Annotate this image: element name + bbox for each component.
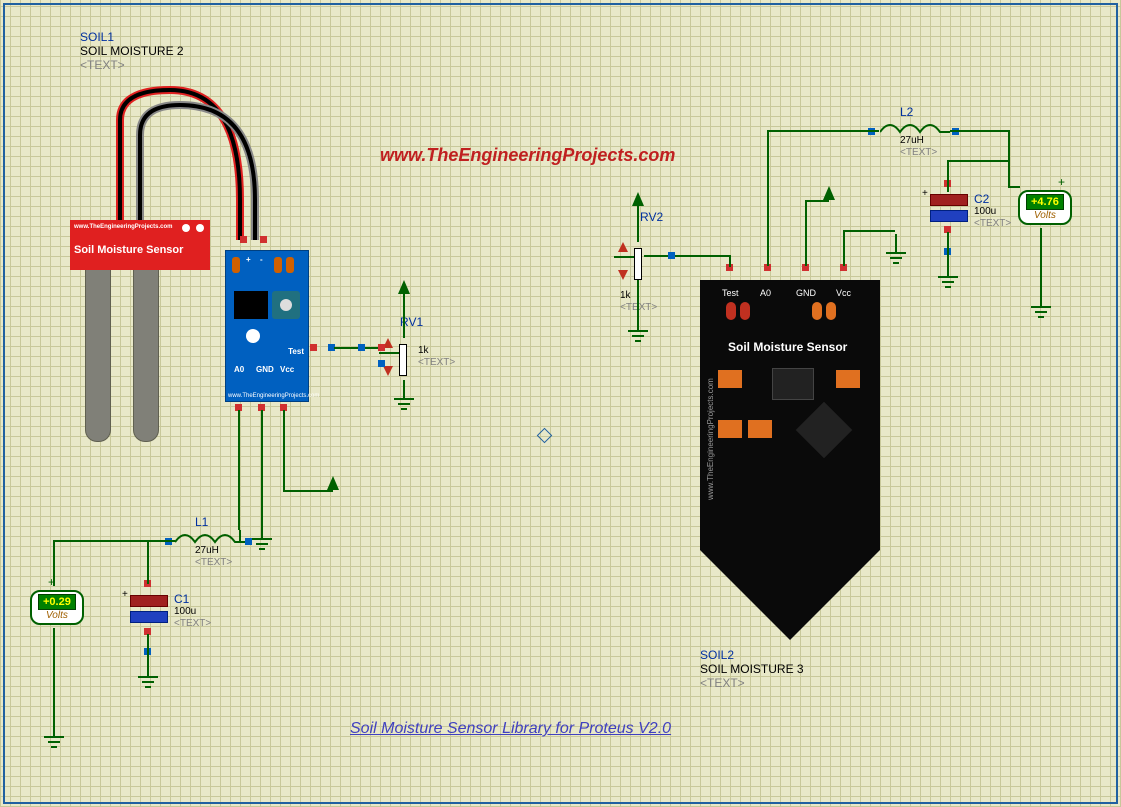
- power-arrow: [823, 186, 835, 200]
- voltage-probe-1[interactable]: +0.29 Volts: [30, 590, 84, 625]
- soil1-name: SOIL MOISTURE 2: [80, 44, 184, 58]
- wire: [637, 206, 639, 242]
- wire: [947, 160, 949, 192]
- wire: [1008, 130, 1010, 186]
- soil2-sensor-label: Soil Moisture Sensor: [728, 340, 847, 354]
- rv2-ref[interactable]: RV2: [640, 210, 663, 224]
- wire: [239, 530, 241, 542]
- c2-val: 100u: [974, 206, 996, 217]
- probe2-unit: Volts: [1026, 210, 1064, 221]
- soil1-leads: [110, 80, 290, 260]
- wire: [805, 200, 829, 202]
- pin: [245, 538, 252, 545]
- pin: [310, 344, 317, 351]
- page-subtitle: Soil Moisture Sensor Library for Proteus…: [350, 720, 671, 738]
- wire: [147, 540, 149, 584]
- soil2-ref[interactable]: SOIL2: [700, 648, 734, 662]
- pin: [668, 252, 675, 259]
- ic-icon: [772, 368, 814, 400]
- l1-ref[interactable]: L1: [195, 515, 208, 529]
- ic-chip: [234, 291, 268, 319]
- wire: [283, 410, 285, 490]
- wire: [805, 200, 807, 266]
- probe-plus: +: [1058, 175, 1065, 189]
- power-arrow: [327, 476, 339, 490]
- c1-val: 100u: [174, 606, 196, 617]
- wire: [53, 628, 55, 718]
- c2-text: <TEXT>: [974, 218, 1011, 229]
- probe2-value: +4.76: [1026, 194, 1064, 210]
- wire: [147, 540, 175, 542]
- pin: [378, 360, 385, 367]
- wire: [644, 255, 730, 257]
- page-title: www.TheEngineeringProjects.com: [380, 145, 675, 166]
- l2-ref[interactable]: L2: [900, 105, 913, 119]
- soil1-text: <TEXT>: [80, 58, 125, 72]
- wire: [767, 130, 769, 266]
- c1-text: <TEXT>: [174, 618, 211, 629]
- soil2-name: SOIL MOISTURE 3: [700, 662, 804, 676]
- pin: [260, 236, 267, 243]
- probe1-unit: Volts: [38, 610, 76, 621]
- wire: [950, 130, 1010, 132]
- rv1-text: <TEXT>: [418, 357, 455, 368]
- probe1-value: +0.29: [38, 594, 76, 610]
- c1-ref[interactable]: C1: [174, 592, 189, 606]
- wire: [947, 160, 1009, 162]
- wire: [843, 230, 845, 266]
- pin: [358, 344, 365, 351]
- power-arrow: [398, 280, 410, 294]
- l1-val: 27uH: [195, 545, 219, 556]
- wire: [53, 540, 55, 586]
- potentiometer-icon: [272, 291, 300, 319]
- soil1-ref[interactable]: SOIL1: [80, 30, 114, 44]
- l2-val: 27uH: [900, 135, 924, 146]
- wire: [238, 410, 240, 530]
- wire: [283, 490, 333, 492]
- led-icon: [246, 329, 260, 343]
- wire: [843, 230, 895, 232]
- rv2-val: 1k: [620, 290, 631, 301]
- pin: [240, 236, 247, 243]
- pin: [378, 344, 385, 351]
- wire: [147, 634, 149, 658]
- wire: [637, 280, 639, 314]
- rv1-val: 1k: [418, 345, 429, 356]
- wire: [767, 130, 879, 132]
- chip-diamond-icon: [796, 402, 853, 459]
- blue-module[interactable]: + - Test A0 GND Vcc www.TheEngineeringPr…: [225, 250, 309, 402]
- soil2-text: <TEXT>: [700, 676, 745, 690]
- power-arrow: [632, 192, 644, 206]
- wire: [1040, 228, 1042, 288]
- l1-text: <TEXT>: [195, 557, 232, 568]
- wire: [261, 410, 263, 520]
- wire: [53, 540, 147, 542]
- voltage-probe-2[interactable]: +4.76 Volts: [1018, 190, 1072, 225]
- wire: [403, 294, 405, 338]
- wire: [729, 255, 731, 267]
- rv1-pot[interactable]: [385, 338, 421, 418]
- l2-text: <TEXT>: [900, 147, 937, 158]
- wire: [947, 232, 949, 258]
- c2-ref[interactable]: C2: [974, 192, 989, 206]
- wire: [1008, 186, 1020, 188]
